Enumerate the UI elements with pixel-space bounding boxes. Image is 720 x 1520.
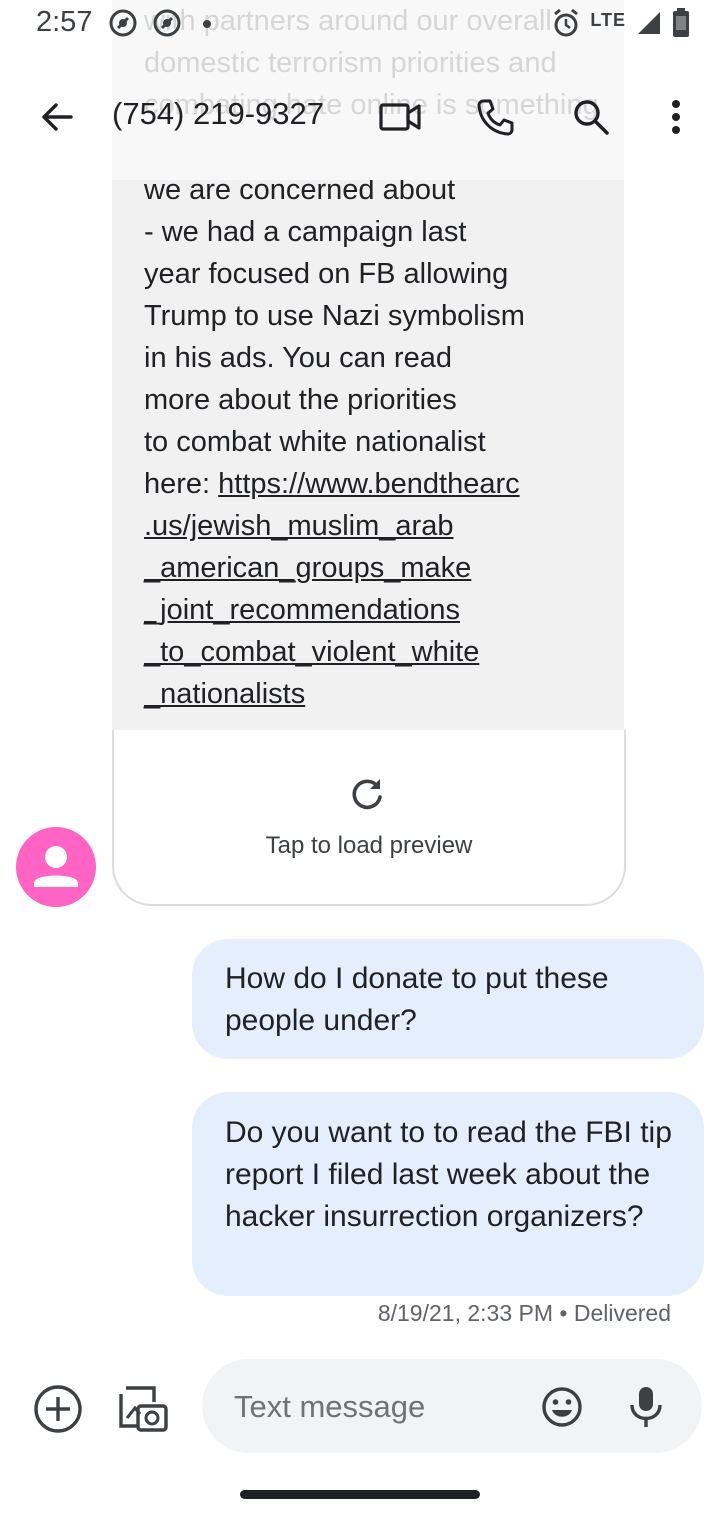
search-button[interactable] [566,92,616,142]
more-vert-icon [672,100,680,134]
signal-icon [636,10,662,41]
voice-input-button[interactable] [622,1383,670,1431]
battery-icon [672,8,690,43]
notification-dot-icon [203,20,211,28]
phone-icon [477,99,514,136]
outgoing-message-bubble[interactable]: Do you want to to read the FBI tip repor… [192,1092,704,1296]
no-disturb-icon-2 [152,8,182,43]
gallery-camera-icon [119,1386,168,1432]
voice-call-button[interactable] [470,92,520,142]
conversation-title[interactable]: (754) 219-9327 [112,96,324,132]
message-link[interactable]: https://www.bendthearc .us/jewish_muslim… [144,468,520,710]
network-type: LTE [590,10,626,30]
microphone-icon [630,1387,662,1427]
outgoing-message-bubble[interactable]: How do I donate to put these people unde… [192,939,704,1059]
person-icon [34,846,78,887]
more-options-button[interactable] [652,92,700,142]
status-time: 2:57 [36,6,93,38]
incoming-message-bubble[interactable]: we are concerned about - we had a campai… [112,180,624,731]
text-message-input[interactable] [232,1379,526,1435]
outgoing-message-text: Do you want to to read the FBI tip repor… [225,1116,672,1233]
add-attachment-button[interactable] [32,1383,84,1435]
gallery-button[interactable] [114,1380,170,1436]
search-icon [574,100,609,135]
back-arrow-icon [42,103,73,131]
contact-avatar[interactable] [16,827,96,907]
link-preview-card[interactable]: Tap to load preview [112,730,626,906]
alarm-icon [552,8,580,43]
scrolled-message-fragment: with partners around our overall domesti… [112,0,624,180]
incoming-message-body: we are concerned about - we had a campai… [144,180,614,715]
compose-bar [202,1359,702,1453]
no-disturb-icon [108,8,138,43]
video-camera-icon [379,103,421,131]
status-right-icons: LTE [552,8,690,43]
video-call-button[interactable] [375,92,425,142]
back-button[interactable] [32,92,82,142]
refresh-icon [352,779,382,810]
home-indicator[interactable] [240,1490,480,1499]
add-circle-icon [34,1385,82,1433]
outgoing-message-text: How do I donate to put these people unde… [225,962,609,1037]
preview-label: Tap to load preview [265,832,473,859]
message-status: 8/19/21, 2:33 PM • Delivered [377,1300,671,1326]
emoji-icon [542,1387,582,1427]
incoming-message-text: we are concerned about - we had a campai… [144,180,525,500]
emoji-button[interactable] [538,1383,586,1431]
